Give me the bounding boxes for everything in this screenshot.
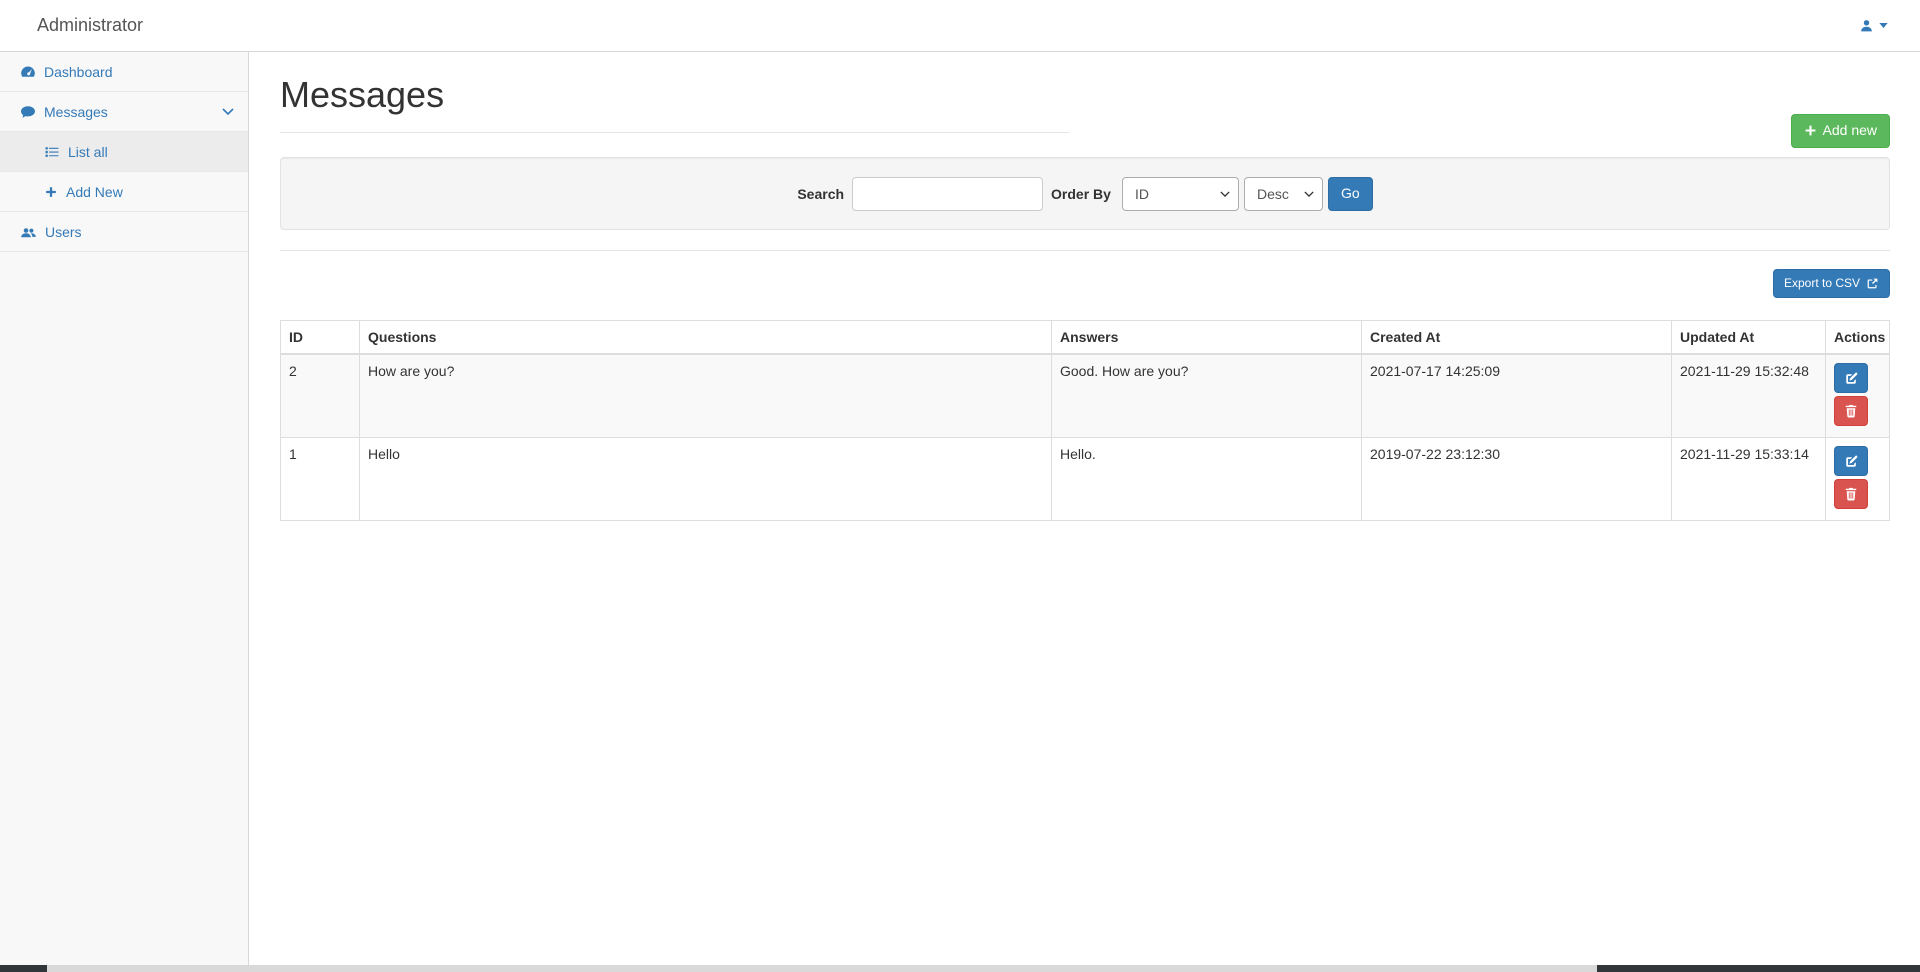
edit-button[interactable]	[1834, 446, 1868, 477]
search-input[interactable]	[852, 176, 1044, 211]
cell-id: 1	[280, 437, 360, 522]
delete-button[interactable]	[1834, 479, 1868, 510]
horizontal-scrollbar[interactable]	[0, 965, 1920, 972]
column-header-answers: Answers	[1051, 320, 1362, 356]
cell-id: 2	[280, 353, 360, 439]
sidebar-item-list-all[interactable]: List all	[0, 132, 248, 172]
sidebar-item-messages[interactable]: Messages	[0, 92, 248, 132]
sidebar-item-label: Users	[45, 223, 82, 240]
order-by-label: Order By	[1051, 185, 1111, 202]
main-content: Messages Add new Search Order By ID Desc…	[249, 52, 1920, 965]
sidebar-item-label: List all	[68, 143, 108, 160]
scrollbar-thumb[interactable]	[0, 965, 47, 972]
edit-icon	[1844, 371, 1859, 386]
tachometer-icon	[20, 64, 36, 80]
sidebar-item-dashboard[interactable]: Dashboard	[0, 52, 248, 92]
order-field-select[interactable]: ID	[1121, 176, 1239, 211]
topbar: Administrator	[0, 0, 1920, 52]
list-icon	[44, 144, 60, 160]
cell-created-at: 2021-07-17 14:25:09	[1361, 353, 1672, 439]
section-divider	[280, 250, 1890, 251]
table-row: 1 Hello Hello. 2019-07-22 23:12:30 2021-…	[280, 437, 1890, 522]
cell-created-at: 2019-07-22 23:12:30	[1361, 437, 1672, 522]
user-icon	[1859, 18, 1874, 33]
sidebar-item-users[interactable]: Users	[0, 212, 248, 252]
delete-button[interactable]	[1834, 396, 1868, 427]
filter-panel: Search Order By ID Desc Go	[280, 157, 1890, 230]
add-new-label: Add new	[1822, 122, 1877, 138]
search-label: Search	[797, 185, 845, 202]
cell-answer: Good. How are you?	[1051, 353, 1362, 439]
export-row: Export to CSV	[280, 269, 1890, 299]
trash-icon	[1844, 487, 1858, 501]
column-header-questions: Questions	[359, 320, 1052, 356]
plus-icon	[1804, 124, 1817, 137]
cell-actions	[1825, 437, 1890, 522]
order-direction-select[interactable]: Desc	[1243, 176, 1323, 211]
column-header-id: ID	[280, 320, 360, 356]
export-icon	[1866, 277, 1879, 290]
cell-question: How are you?	[359, 353, 1052, 439]
sidebar-item-add-new[interactable]: Add New	[0, 172, 248, 212]
cell-question: Hello	[359, 437, 1052, 522]
plus-icon	[44, 185, 58, 199]
edit-button[interactable]	[1834, 363, 1868, 394]
scrollbar-thumb[interactable]	[1597, 965, 1920, 972]
comment-icon	[20, 104, 36, 120]
cell-actions	[1825, 353, 1890, 439]
add-new-button[interactable]: Add new	[1790, 114, 1890, 148]
page-title: Messages	[280, 74, 445, 115]
chevron-down-icon	[222, 108, 234, 115]
cell-updated-at: 2021-11-29 15:33:14	[1671, 437, 1826, 522]
page-head: Messages Add new	[280, 74, 1890, 148]
app-title: Administrator	[37, 15, 144, 35]
table-row: 2 How are you? Good. How are you? 2021-0…	[280, 353, 1890, 439]
sidebar-item-label: Messages	[44, 103, 108, 120]
export-csv-button[interactable]: Export to CSV	[1772, 269, 1890, 299]
users-icon	[20, 224, 37, 240]
cell-answer: Hello.	[1051, 437, 1362, 522]
column-header-updated-at: Updated At	[1671, 320, 1826, 356]
caret-down-icon	[1879, 23, 1888, 28]
column-header-actions: Actions	[1825, 320, 1890, 356]
sidebar-item-label: Dashboard	[44, 63, 113, 80]
sidebar: Dashboard Messages List all Add New User…	[0, 52, 249, 965]
messages-table: ID Questions Answers Created At Updated …	[280, 320, 1890, 522]
go-button[interactable]: Go	[1327, 176, 1373, 211]
sidebar-item-label: Add New	[66, 183, 123, 200]
cell-updated-at: 2021-11-29 15:32:48	[1671, 353, 1826, 439]
export-csv-label: Export to CSV	[1783, 276, 1860, 290]
edit-icon	[1844, 454, 1859, 469]
user-dropdown[interactable]	[1859, 18, 1888, 33]
column-header-created-at: Created At	[1361, 320, 1672, 356]
table-header-row: ID Questions Answers Created At Updated …	[280, 320, 1890, 356]
trash-icon	[1844, 404, 1858, 418]
title-divider	[280, 132, 1069, 133]
